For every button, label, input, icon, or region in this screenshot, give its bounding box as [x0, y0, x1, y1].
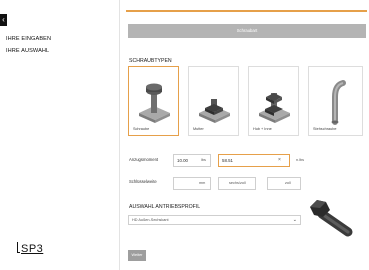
screw-type-card-hub-inne[interactable]: Hub + Inne	[248, 66, 299, 136]
card-label: Mutter	[193, 127, 204, 131]
nut-icon	[199, 99, 230, 123]
drive-profile-select[interactable]: HD Außen-Sechskant ⌄	[128, 215, 301, 225]
schluesselweite-unit-mm: mm	[199, 181, 206, 185]
logo: SP3	[17, 242, 43, 255]
anzugsmoment-unit-2: n.lbs	[296, 158, 305, 162]
schluesselweite-unit-zoll: zoll	[285, 181, 291, 185]
bolt-icon	[139, 83, 170, 123]
logo-bracket-icon	[17, 242, 20, 253]
stud-icon	[331, 80, 346, 125]
schluesselweite-zoll-input[interactable]	[267, 177, 301, 190]
sidebar: ‹ IHRE EINGABEN IHRE AUSWAHL SP3	[0, 0, 120, 270]
schluesselweite-unit-sechs: sechs/zoll	[229, 181, 246, 185]
anzugsmoment-unit-1: lbs	[201, 158, 206, 162]
card-label: Stehschraube	[313, 127, 337, 131]
sidebar-item-ihre-auswahl[interactable]: IHRE AUSWAHL	[6, 48, 49, 54]
screw-type-card-schraube[interactable]: Schraube	[128, 66, 179, 136]
schluesselweite-label: Schlüsselweite	[129, 179, 157, 184]
screw-type-title: SCHRAUBTYPEN	[129, 58, 172, 64]
next-button[interactable]: Weiter	[128, 250, 146, 261]
card-label: Hub + Inne	[253, 127, 272, 131]
screw-type-card-mutter[interactable]: Mutter	[188, 66, 239, 136]
bolt-nut-icon	[259, 93, 290, 123]
step-header-bar: Schraubart	[128, 24, 366, 38]
clear-icon[interactable]: ×	[278, 154, 281, 167]
screw-type-card-stehschraube[interactable]: Stehschraube	[308, 66, 363, 136]
main-panel: Schraubart SCHRAUBTYPEN Schraube Mutter	[121, 0, 369, 270]
drive-profile-title: AUSWAHL ANTRIEBSPROFIL	[129, 204, 201, 210]
accent-line	[126, 10, 367, 12]
back-button[interactable]: ‹	[0, 14, 7, 26]
logo-text: SP3	[21, 243, 44, 255]
chevron-down-icon: ⌄	[292, 217, 297, 223]
drive-profile-value: HD Außen-Sechskant	[132, 218, 169, 222]
anzugsmoment-label: Anzugsmoment	[129, 157, 159, 162]
hex-bolt-icon	[310, 200, 353, 237]
sidebar-item-ihre-eingaben[interactable]: IHRE EINGABEN	[6, 36, 51, 42]
card-label: Schraube	[133, 127, 150, 131]
